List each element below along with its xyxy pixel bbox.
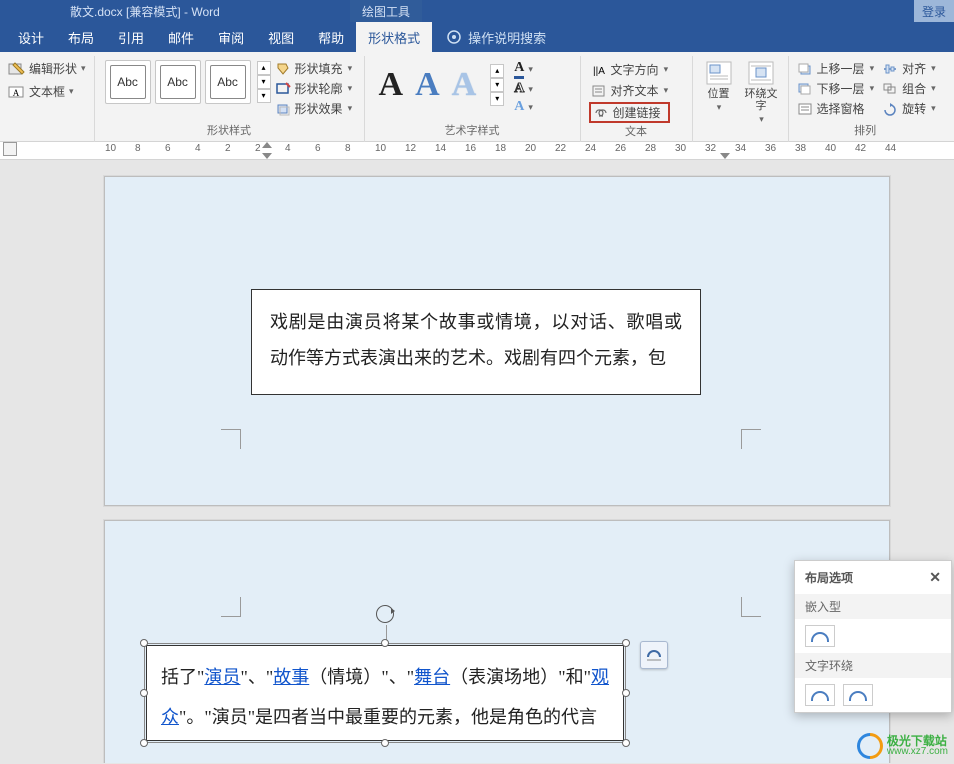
group-shape-styles-label: 形状样式 [101,122,358,140]
inline-section-label: 嵌入型 [795,594,951,619]
group-label [6,126,88,140]
group-wordart-styles-label: 艺术字样式 [371,122,574,140]
tell-me-search[interactable]: 操作说明搜索 [468,22,546,52]
group-text-label: 文本 [587,123,686,141]
gallery-more-icon[interactable]: ▾ [490,92,504,106]
dropdown-icon: ▾ [81,63,86,74]
gallery-up-icon[interactable]: ▴ [257,61,271,75]
page-1: 戏剧是由演员将某个故事或情境，以对话、歌唱或动作等方式表演出来的艺术。戏剧有四个… [104,176,890,506]
text-direction-button[interactable]: ||A 文字方向▾ [589,60,671,79]
link-story[interactable]: 故事 [273,667,309,687]
ribbon: 编辑形状 ▾ A 文本框 ▾ Abc Abc Abc ▴ ▾ ▾ [0,52,954,142]
tab-references[interactable]: 引用 [106,22,156,52]
text-box-label: 文本框 [29,83,65,100]
resize-handle[interactable] [140,689,148,697]
tab-mailings[interactable]: 邮件 [156,22,206,52]
gallery-down-icon[interactable]: ▾ [257,75,271,89]
layout-options-panel: 布局选项 ✕ 嵌入型 文字环绕 [794,560,952,713]
close-icon[interactable]: ✕ [929,569,941,586]
wordart-style-1[interactable]: A [379,66,404,104]
align-text-button[interactable]: 对齐文本▾ [589,81,671,100]
selection-pane-button[interactable]: 选择窗格 [797,100,875,117]
resize-handle[interactable] [622,689,630,697]
shape-style-3[interactable]: Abc [205,60,251,104]
tell-me-icon[interactable] [440,22,468,52]
group-button[interactable]: 组合▾ [882,80,936,97]
resize-handle[interactable] [140,639,148,647]
wrap-square-option[interactable] [805,684,835,706]
send-backward-button[interactable]: 下移一层▾ [797,80,875,97]
link-stage[interactable]: 舞台 [414,667,450,687]
horizontal-ruler[interactable]: 1086422468101214161820222426283032343638… [0,142,954,160]
text-outline-button[interactable]: A▾ [514,81,533,97]
gallery-down-icon[interactable]: ▾ [490,78,504,92]
resize-handle[interactable] [140,739,148,747]
layout-options-title: 布局选项 [805,569,853,586]
text-fill-button[interactable]: A▾ [514,60,533,79]
login-button[interactable]: 登录 [914,0,954,22]
text-box-button[interactable]: A 文本框 ▾ [8,83,86,100]
shape-style-2[interactable]: Abc [155,60,201,104]
wrap-inline-option[interactable] [805,625,835,647]
group-arrange-label: 排列 [795,122,936,140]
selected-text-box[interactable]: 括了"演员"、"故事（情境）"、"舞台（表演场地）"和"观众"。"演员"是四者当… [146,645,626,741]
link-actor[interactable]: 演员 [204,667,240,687]
dropdown-icon: ▾ [69,86,74,97]
tab-layout[interactable]: 布局 [56,22,106,52]
rotate-handle-icon[interactable] [376,605,396,625]
tab-shape-format[interactable]: 形状格式 [356,22,432,52]
group-label [699,127,782,141]
wordart-gallery[interactable]: A A A ▴ ▾ ▾ [371,56,511,106]
wordart-style-3[interactable]: A [452,66,477,104]
wordart-style-2[interactable]: A [415,66,440,104]
selection-border [144,643,626,743]
svg-text:A: A [13,88,20,98]
edit-shape-button[interactable]: 编辑形状 ▾ [8,60,86,77]
wrap-text-button[interactable]: 环绕文 字▾ [741,58,782,127]
svg-text:||A: ||A [593,66,605,77]
margin-guide-icon [741,429,761,449]
gallery-up-icon[interactable]: ▴ [490,64,504,78]
text-wrap-section-label: 文字环绕 [795,653,951,678]
linked-text-box-2[interactable]: 括了"演员"、"故事（情境）"、"舞台（表演场地）"和"观众"。"演员"是四者当… [146,645,624,741]
shape-style-gallery[interactable]: Abc Abc Abc ▴ ▾ ▾ [101,56,271,104]
position-button[interactable]: 位置▾ [701,58,737,115]
tab-help[interactable]: 帮助 [306,22,356,52]
link-icon [593,107,609,119]
shape-effects-button[interactable]: 形状效果▾ [275,100,353,117]
align-button[interactable]: 对齐▾ [882,60,936,77]
create-link-button[interactable]: 创建链接 [589,102,671,123]
shape-outline-button[interactable]: 形状轮廓▾ [275,80,353,97]
margin-guide-icon [221,597,241,617]
edit-shape-label: 编辑形状 [29,60,77,77]
resize-handle[interactable] [622,739,630,747]
linked-text-box-1[interactable]: 戏剧是由演员将某个故事或情境，以对话、歌唱或动作等方式表演出来的艺术。戏剧有四个… [251,289,701,395]
text-effects-button[interactable]: A▾ [514,99,533,115]
title-bar: 散文.docx [兼容模式] - Word 绘图工具 登录 [0,0,954,22]
shape-fill-button[interactable]: 形状填充▾ [275,60,353,77]
margin-guide-icon [221,429,241,449]
resize-handle[interactable] [381,739,389,747]
ribbon-tab-bar: 设计 布局 引用 邮件 审阅 视图 帮助 形状格式 操作说明搜索 [0,22,954,52]
document-title: 散文.docx [兼容模式] - Word [70,3,220,20]
resize-handle[interactable] [622,639,630,647]
shape-style-1[interactable]: Abc [105,60,151,104]
tab-view[interactable]: 视图 [256,22,306,52]
layout-options-button[interactable] [640,641,668,669]
rotate-button[interactable]: 旋转▾ [882,100,936,117]
bring-forward-button[interactable]: 上移一层▾ [797,60,875,77]
gallery-more-icon[interactable]: ▾ [257,89,271,103]
tab-design[interactable]: 设计 [6,22,56,52]
tab-selector-icon[interactable] [3,142,17,156]
resize-handle[interactable] [381,639,389,647]
margin-guide-icon [741,597,761,617]
wrap-tight-option[interactable] [843,684,873,706]
contextual-tool-tab: 绘图工具 [350,0,422,22]
tab-review[interactable]: 审阅 [206,22,256,52]
